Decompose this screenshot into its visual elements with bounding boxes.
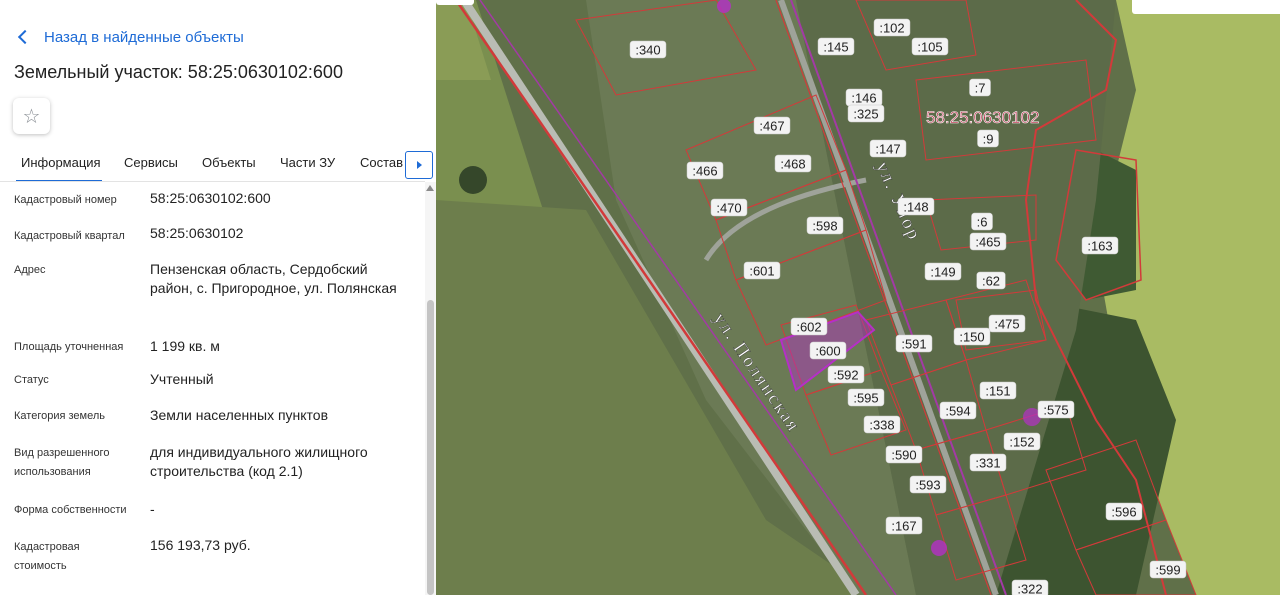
parcel-label[interactable]: :467 xyxy=(759,119,784,134)
parcel-label[interactable]: :9 xyxy=(983,132,994,147)
parcel-label[interactable]: :590 xyxy=(891,448,916,463)
page-title: Земельный участок: 58:25:0630102:600 xyxy=(14,62,343,82)
property-value: для индивидуального жилищного строительс… xyxy=(150,444,368,479)
tab-composition[interactable]: Состав xyxy=(360,146,403,182)
property-value: 58:25:0630102 xyxy=(150,225,244,241)
property-value: 58:25:0630102:600 xyxy=(150,190,271,206)
parcel-label[interactable]: :322 xyxy=(1017,582,1042,595)
parcel-label[interactable]: :163 xyxy=(1087,239,1112,254)
parcel-label[interactable]: :6 xyxy=(977,215,988,230)
parcel-label[interactable]: :151 xyxy=(985,384,1010,399)
parcel-label[interactable]: :465 xyxy=(975,235,1000,250)
tab-objects[interactable]: Объекты xyxy=(202,146,256,182)
parcel-label[interactable]: :575 xyxy=(1043,403,1068,418)
parcel-label[interactable]: :475 xyxy=(994,317,1019,332)
map-control[interactable] xyxy=(1132,0,1280,14)
map-control[interactable] xyxy=(436,0,474,5)
parcel-label[interactable]: :340 xyxy=(635,43,660,58)
map-canvas: ул. Полянская ул. Упор 58:25:0630102 :34… xyxy=(436,0,1280,595)
back-link-label: Назад в найденные объекты xyxy=(44,28,244,46)
parcel-label[interactable]: :599 xyxy=(1155,563,1180,578)
parcel-label[interactable]: :148 xyxy=(903,200,928,215)
tab-label: Части ЗУ xyxy=(280,155,336,170)
parcel-label[interactable]: :596 xyxy=(1111,505,1136,520)
property-value: 156 193,73 руб. xyxy=(150,537,251,553)
parcel-label[interactable]: :338 xyxy=(869,418,894,433)
tab-label: Объекты xyxy=(202,155,256,170)
properties-list: Кадастровый номер 58:25:0630102:600 Када… xyxy=(0,182,425,595)
tab-label: Сервисы xyxy=(124,155,178,170)
parcel-label[interactable]: :102 xyxy=(879,21,904,36)
parcel-label[interactable]: :149 xyxy=(930,265,955,280)
scroll-up-arrow-icon[interactable] xyxy=(426,185,434,191)
parcel-label[interactable]: :147 xyxy=(875,142,900,157)
scrollbar-thumb[interactable] xyxy=(427,300,434,595)
tab-bar: Информация Сервисы Объекты Части ЗУ Сост… xyxy=(0,146,436,182)
star-icon: ☆ xyxy=(22,105,41,128)
parcel-label[interactable]: :145 xyxy=(823,40,848,55)
parcel-label[interactable]: :591 xyxy=(901,337,926,352)
parcel-label[interactable]: :595 xyxy=(853,391,878,406)
tabs-scroll-right-button[interactable] xyxy=(405,151,433,179)
parcel-label[interactable]: :598 xyxy=(812,219,837,234)
favorite-button[interactable]: ☆ xyxy=(13,98,50,134)
property-label: Площадь уточненная xyxy=(14,341,124,353)
property-label: Кадастровый квартал xyxy=(14,230,125,242)
parcel-label[interactable]: :600 xyxy=(815,344,840,359)
tab-info[interactable]: Информация xyxy=(16,146,102,182)
property-label: Вид разрешенного использования xyxy=(14,447,110,478)
tab-parts[interactable]: Части ЗУ xyxy=(280,146,335,182)
property-label: Кадастровый номер xyxy=(14,194,117,206)
parcel-label[interactable]: :105 xyxy=(917,40,942,55)
parcel-label[interactable]: :466 xyxy=(692,164,717,179)
parcel-label[interactable]: :146 xyxy=(851,91,876,106)
parcel-label[interactable]: :601 xyxy=(749,264,774,279)
caret-right-icon xyxy=(416,161,422,169)
property-label: Статус xyxy=(14,374,49,386)
property-label: Категория земель xyxy=(14,410,105,422)
property-label: Кадастровая стоимость xyxy=(14,541,80,572)
property-label: Форма собственности xyxy=(14,504,127,516)
tab-label: Состав xyxy=(360,155,404,170)
parcel-label[interactable]: :470 xyxy=(716,201,741,216)
property-value: Земли населенных пунктов xyxy=(150,407,329,423)
parcel-marker xyxy=(931,540,947,556)
parcel-label[interactable]: :150 xyxy=(959,330,984,345)
parcel-label[interactable]: :592 xyxy=(833,368,858,383)
property-value: 1 199 кв. м xyxy=(150,338,220,354)
back-link[interactable]: Назад в найденные объекты xyxy=(16,27,244,47)
property-value: Учтенный xyxy=(150,371,214,387)
property-label: Адрес xyxy=(14,264,46,276)
parcel-label[interactable]: :152 xyxy=(1009,435,1034,450)
tree-icon xyxy=(459,166,487,194)
tab-label: Информация xyxy=(21,155,101,170)
parcel-label[interactable]: :62 xyxy=(982,274,1000,289)
property-value: - xyxy=(150,501,155,517)
parcel-label[interactable]: :167 xyxy=(891,519,916,534)
info-panel: Назад в найденные объекты Земельный учас… xyxy=(0,0,436,595)
chevron-left-icon xyxy=(17,29,33,45)
parcel-label[interactable]: :593 xyxy=(915,478,940,493)
parcel-label[interactable]: :7 xyxy=(975,81,986,96)
parcel-label[interactable]: :602 xyxy=(796,320,821,335)
parcel-label[interactable]: :331 xyxy=(975,456,1000,471)
parcel-label[interactable]: :468 xyxy=(780,157,805,172)
property-value: Пензенская область, Сердобский район, с.… xyxy=(150,261,397,296)
cadastral-map[interactable]: ул. Полянская ул. Упор 58:25:0630102 :34… xyxy=(436,0,1280,595)
parcel-label[interactable]: :325 xyxy=(853,107,878,122)
tab-services[interactable]: Сервисы xyxy=(124,146,178,182)
quarter-label: 58:25:0630102 xyxy=(926,108,1039,127)
parcel-label[interactable]: :594 xyxy=(945,404,970,419)
